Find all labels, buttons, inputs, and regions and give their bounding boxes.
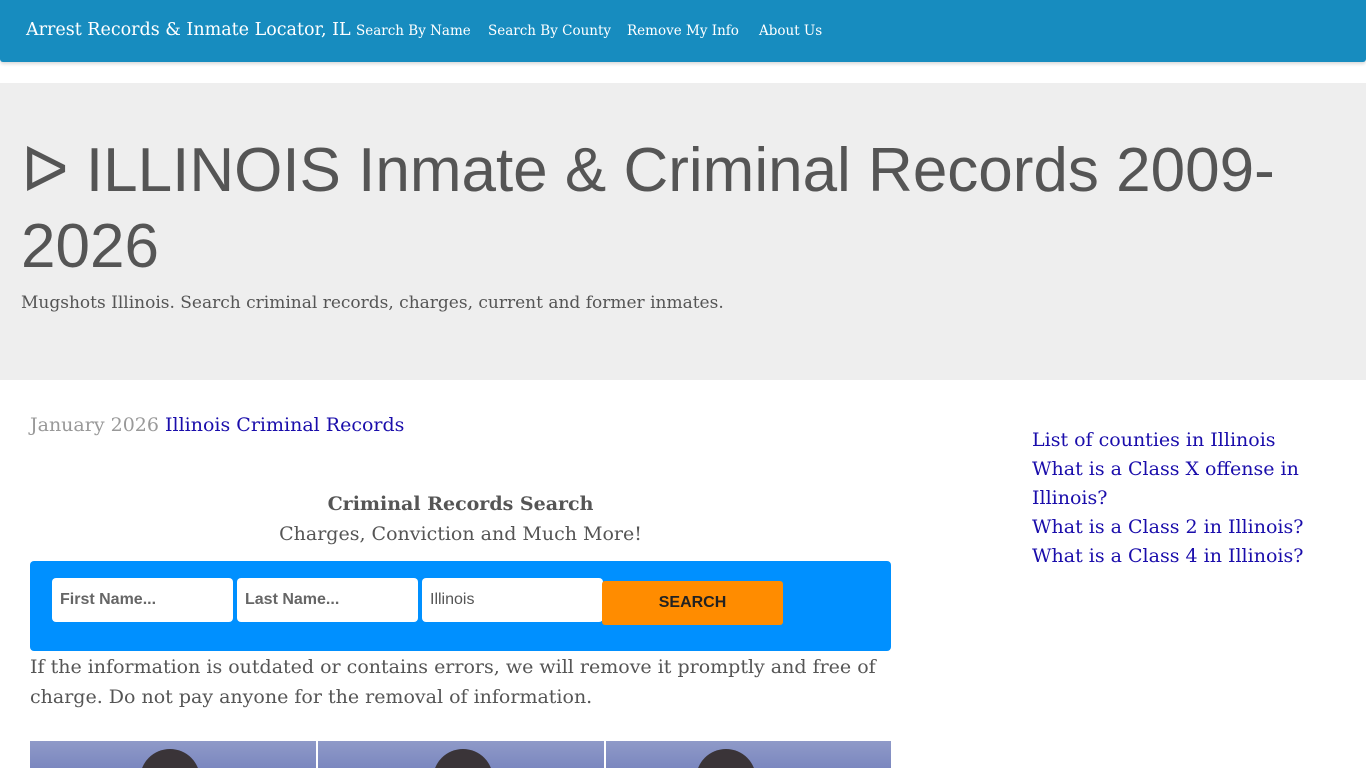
state-input[interactable]: Illinois <box>422 578 603 622</box>
removal-notice: If the information is outdated or contai… <box>30 656 876 708</box>
sidebar-link-class-4[interactable]: What is a Class 4 in Illinois? <box>1032 542 1332 571</box>
top-navbar: Arrest Records & Inmate Locator, IL Sear… <box>0 0 1366 62</box>
nav-search-by-name[interactable]: Search By Name <box>356 23 471 39</box>
date-text: January 2026 <box>30 414 159 436</box>
mugshot-photo[interactable] <box>606 741 891 768</box>
first-name-input[interactable]: First Name... <box>52 578 233 622</box>
nav-search-by-county[interactable]: Search By County <box>488 23 611 39</box>
site-brand[interactable]: Arrest Records & Inmate Locator, IL <box>26 20 351 40</box>
search-subheading: Charges, Conviction and Much More! <box>279 523 642 545</box>
mugshot-photo[interactable] <box>30 741 316 768</box>
hero-banner: ᐅ ILLINOIS Inmate & Criminal Records 200… <box>0 83 1366 380</box>
dateline: January 2026 Illinois Criminal Records <box>30 414 404 436</box>
mugshot-strip <box>30 741 891 768</box>
sidebar-links: List of counties in Illinois What is a C… <box>1032 426 1332 571</box>
nav-remove-my-info[interactable]: Remove My Info <box>627 23 739 39</box>
search-heading: Criminal Records Search <box>327 493 594 515</box>
sidebar-link-counties[interactable]: List of counties in Illinois <box>1032 426 1332 455</box>
last-name-input[interactable]: Last Name... <box>237 578 418 622</box>
sidebar-link-class-x[interactable]: What is a Class X offense in Illinois? <box>1032 455 1332 513</box>
page-title: ᐅ ILLINOIS Inmate & Criminal Records 200… <box>21 136 1275 281</box>
page-subtitle: Mugshots Illinois. Search criminal recor… <box>21 293 724 313</box>
nav-about-us[interactable]: About Us <box>759 23 822 39</box>
criminal-records-link[interactable]: Illinois Criminal Records <box>165 414 404 436</box>
mugshot-photo[interactable] <box>318 741 604 768</box>
sidebar-link-class-2[interactable]: What is a Class 2 in Illinois? <box>1032 513 1332 542</box>
search-button[interactable]: SEARCH <box>602 581 783 625</box>
search-form: First Name... Last Name... Illinois SEAR… <box>30 561 891 651</box>
